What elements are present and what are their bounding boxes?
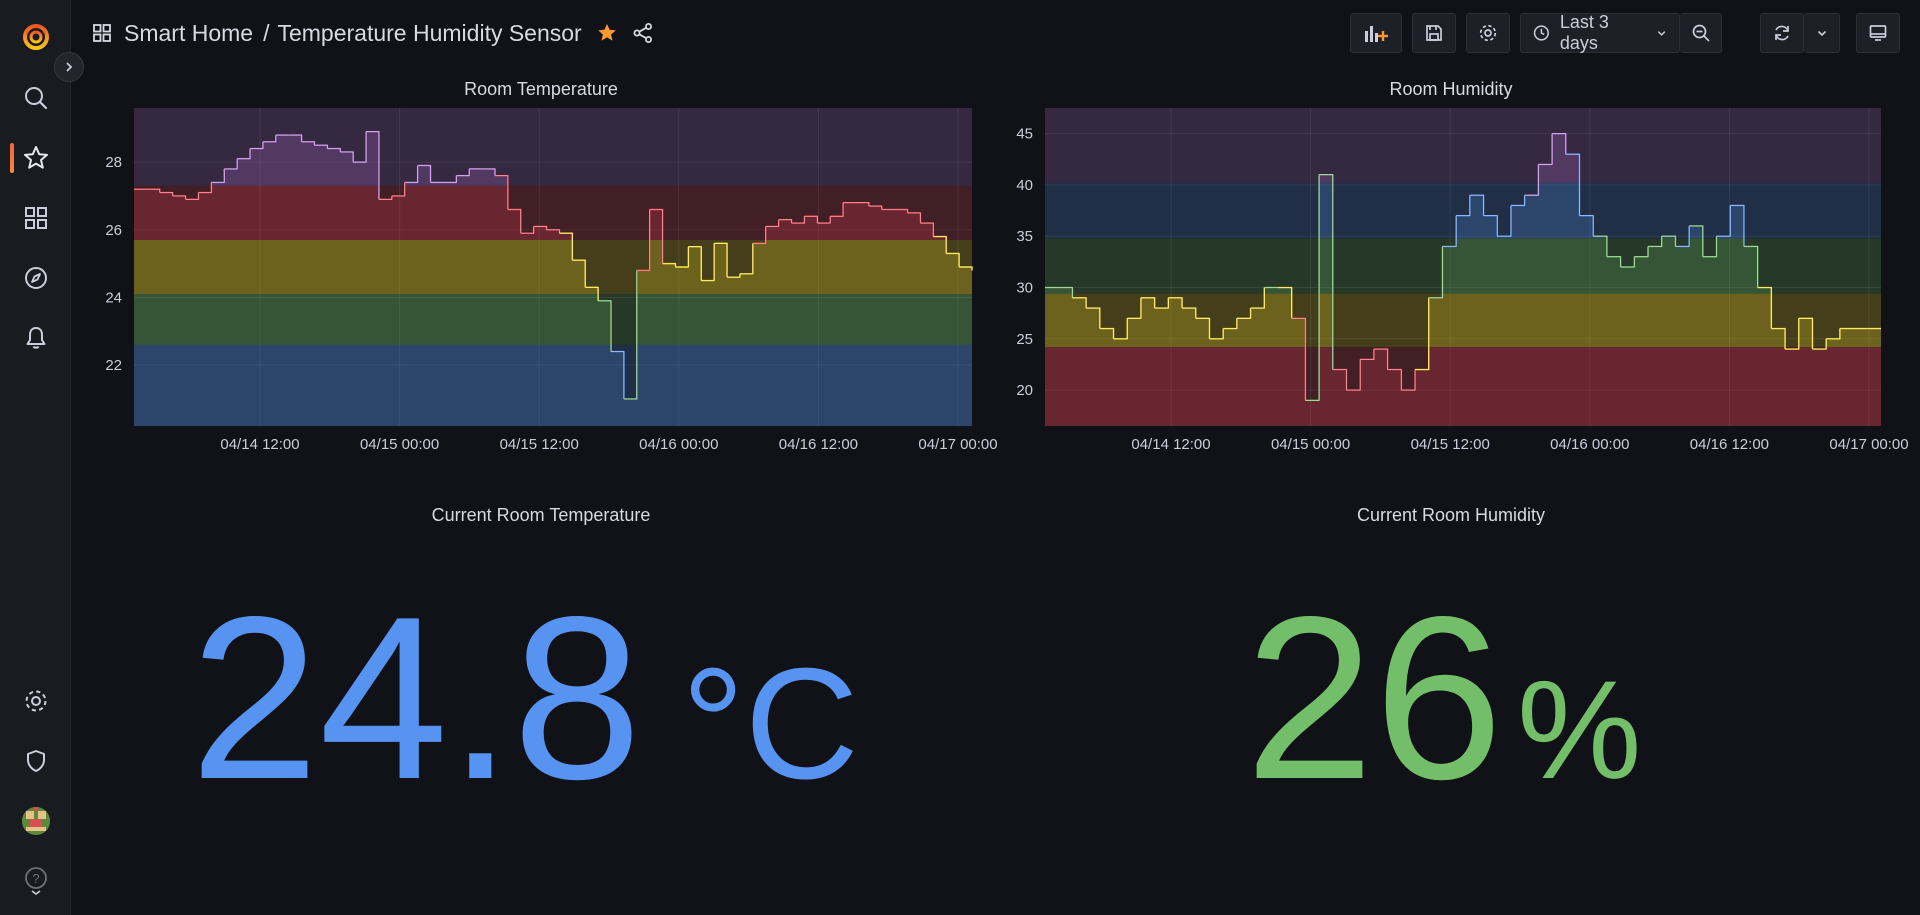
clock-icon <box>1533 25 1549 41</box>
tv-mode-button[interactable] <box>1856 13 1900 53</box>
threshold-band <box>1045 108 1881 183</box>
dashboard-settings-button[interactable] <box>1466 13 1510 53</box>
stat-value: 26 <box>1245 569 1504 828</box>
alerting-icon[interactable] <box>0 318 71 358</box>
area-fill-segment <box>1045 347 1881 426</box>
stat-value: 24.8 <box>190 569 642 828</box>
configuration-icon[interactable] <box>0 681 71 721</box>
add-panel-button[interactable] <box>1350 13 1402 53</box>
area-fill-segment <box>134 294 972 345</box>
y-tick-label: 28 <box>105 154 122 171</box>
zoom-out-button[interactable] <box>1680 13 1722 53</box>
x-tick-label: 04/16 12:00 <box>779 436 858 453</box>
y-tick-label: 26 <box>105 222 122 239</box>
x-tick-label: 04/15 12:00 <box>500 436 579 453</box>
share-icon[interactable] <box>632 22 654 44</box>
area-fill-segment <box>134 344 972 426</box>
panel-room-humidity: Room Humidity 20 25 30 35 40 45 04/14 12:00 04/… <box>990 72 1912 480</box>
time-range-picker[interactable]: Last 3 days <box>1520 12 1680 53</box>
starred-icon[interactable] <box>0 138 71 178</box>
save-icon <box>1426 25 1442 41</box>
x-tick-label: 04/15 00:00 <box>360 436 439 453</box>
panel-room-temperature: Room Temperature 22 24 26 28 04/14 12:00 04/1… <box>80 72 1002 480</box>
breadcrumb-separator: / <box>263 19 270 46</box>
y-tick-label: 30 <box>1016 280 1033 297</box>
refresh-interval-dropdown[interactable] <box>1804 13 1840 53</box>
panel-title: Current Room Humidity <box>1356 505 1546 525</box>
stat-value-group: 24.8 °C <box>190 583 859 815</box>
area-fill-segment <box>134 239 972 295</box>
breadcrumb: Smart Home / Temperature Humidity Sensor <box>92 16 654 50</box>
x-tick-label: 04/14 12:00 <box>1131 436 1210 453</box>
y-tick-label: 45 <box>1016 126 1033 143</box>
dashboards-grid-icon <box>92 23 112 43</box>
breadcrumb-folder[interactable]: Smart Home <box>124 20 253 47</box>
x-tick-label: 04/16 12:00 <box>1690 436 1769 453</box>
y-tick-label: 25 <box>1016 331 1033 348</box>
time-range-label: Last 3 days <box>1559 12 1609 53</box>
refresh-icon <box>1775 25 1789 41</box>
panel-title: Current Room Temperature <box>431 505 651 525</box>
x-tick-label: 04/16 00:00 <box>1550 436 1629 453</box>
panel-current-temperature: Current Room Temperature 24.8 °C <box>80 498 1002 908</box>
chevron-down-icon <box>1817 30 1826 37</box>
y-tick-label: 24 <box>105 289 122 306</box>
zoom-out-icon <box>1692 24 1710 42</box>
area-fill-segment <box>1045 293 1881 348</box>
x-tick-label: 04/14 12:00 <box>220 436 299 453</box>
chevron-right-icon <box>66 62 73 72</box>
sidebar: ? <box>0 0 71 915</box>
x-tick-label: 04/17 00:00 <box>1829 436 1908 453</box>
y-tick-label: 35 <box>1016 228 1033 245</box>
y-tick-label: 22 <box>105 357 122 374</box>
help-icon[interactable]: ? <box>0 861 71 901</box>
search-icon[interactable] <box>0 78 71 118</box>
dashboard-title[interactable]: Temperature Humidity Sensor <box>277 20 581 47</box>
x-tick-label: 04/15 00:00 <box>1271 436 1350 453</box>
add-panel-icon <box>1365 26 1388 42</box>
expand-sidebar-button[interactable] <box>54 52 84 82</box>
x-tick-label: 04/16 00:00 <box>639 436 718 453</box>
explore-icon[interactable] <box>0 258 71 298</box>
avatar-button[interactable] <box>0 801 71 841</box>
save-dashboard-button[interactable] <box>1412 13 1456 53</box>
humidity-chart[interactable]: 20 25 30 35 40 45 04/14 12:00 04/15 00:00 04/15 … <box>990 72 1912 480</box>
gear-icon <box>1479 24 1497 42</box>
server-admin-icon[interactable] <box>0 741 71 781</box>
x-tick-label: 04/15 12:00 <box>1411 436 1490 453</box>
temperature-chart[interactable]: 22 24 26 28 04/14 12:00 04/15 00:00 04/15 12:0… <box>80 72 1002 480</box>
stat-value-group: 26 % <box>1245 583 1642 815</box>
avatar <box>21 807 50 835</box>
stat-unit: °C <box>681 636 859 812</box>
x-tick-label: 04/17 00:00 <box>918 436 997 453</box>
y-tick-label: 40 <box>1016 177 1033 194</box>
panel-current-humidity: Current Room Humidity 26 % <box>990 498 1912 908</box>
logo-icon[interactable] <box>0 16 71 56</box>
top-bar: Smart Home / Temperature Humidity Sensor… <box>72 0 1920 66</box>
y-tick-label: 20 <box>1016 382 1033 399</box>
stat-unit: % <box>1517 651 1642 808</box>
svg-text:?: ? <box>32 871 39 886</box>
refresh-button[interactable] <box>1760 13 1804 53</box>
chevron-down-icon <box>1657 31 1666 36</box>
star-icon[interactable] <box>596 22 618 44</box>
monitor-icon <box>1869 25 1887 41</box>
dashboards-icon[interactable] <box>0 198 71 238</box>
